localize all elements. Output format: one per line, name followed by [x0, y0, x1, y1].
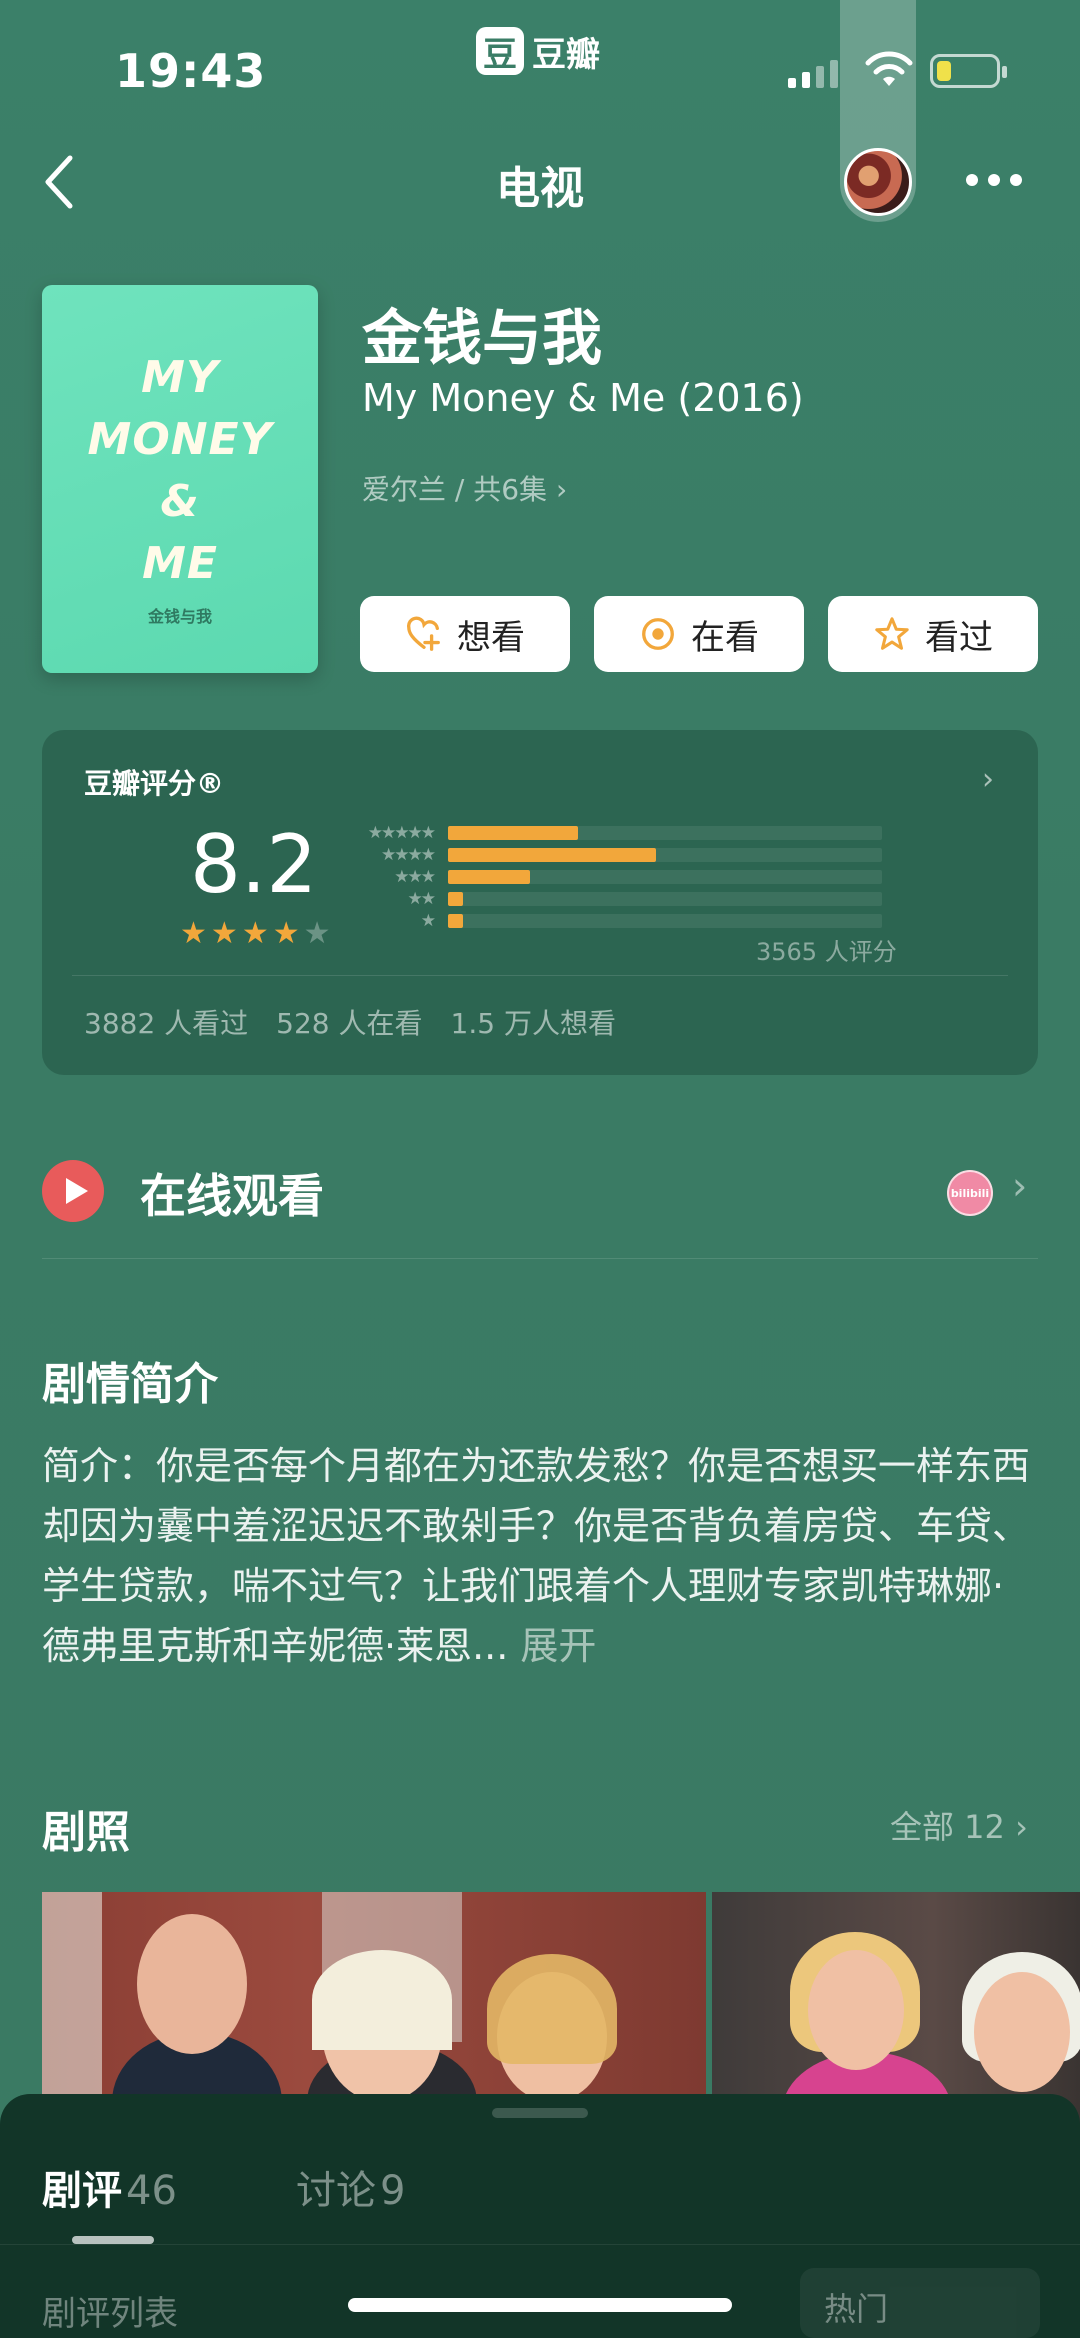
heart-plus-icon [407, 616, 440, 651]
show-poster[interactable]: MY MONEY & ME 金钱与我 [42, 285, 318, 673]
want-count: 1.5 万人想看 [450, 1007, 616, 1040]
target-icon [642, 618, 674, 650]
home-indicator[interactable] [348, 2298, 732, 2312]
want-to-watch-button[interactable]: 想看 [360, 596, 570, 672]
more-options-icon[interactable] [966, 174, 1022, 186]
divider [72, 975, 1008, 976]
chevron-right-icon: › [1012, 1164, 1028, 1208]
distribution-track [448, 870, 882, 884]
divider [42, 1258, 1038, 1259]
star-filled-icon: ★ [272, 916, 300, 951]
watched-button[interactable]: 看过 [828, 596, 1038, 672]
photos-title: 剧照 [42, 1807, 130, 1858]
watch-stats: 3882 人看过 528 人在看 1.5 万人想看 [84, 1002, 616, 1042]
watching-label: 在看 [691, 617, 759, 658]
rating-distribution-row: ★ [356, 910, 908, 932]
distribution-bar [448, 892, 464, 906]
page: 19:43 豆 豆瓣 电视 MY MONEY & ME 金钱与我 金钱与我 My… [0, 0, 1080, 2338]
distribution-stars: ★ [420, 911, 436, 931]
sheet-drag-handle[interactable] [492, 2108, 588, 2118]
chevron-right-icon[interactable]: › [982, 762, 994, 797]
sort-dropdown[interactable]: 热门 [800, 2268, 1040, 2338]
synopsis-text[interactable]: 简介：你是否每个月都在为还款发愁？你是否想买一样东西却因为囊中羞涩迟迟不敢剁手？… [42, 1436, 1042, 1676]
divider [0, 2244, 1080, 2245]
rating-distribution-row: ★★★ [356, 866, 908, 888]
douban-logo-icon: 豆 [476, 27, 524, 75]
star-filled-icon: ★ [180, 916, 207, 951]
show-meta-link[interactable]: 爱尔兰 / 共6集 › [362, 468, 567, 508]
distribution-stars: ★★★ [394, 867, 436, 887]
distribution-stars: ★★★★★ [367, 823, 436, 843]
active-tab-indicator [72, 2236, 154, 2244]
distribution-bar [448, 870, 531, 884]
app-badge-label: 豆瓣 [532, 34, 600, 75]
watching-button[interactable]: 在看 [594, 596, 804, 672]
watched-count: 3882 人看过 [84, 1007, 249, 1040]
photos-view-all-link[interactable]: 全部 12 › [890, 1802, 1028, 1848]
watch-online-row[interactable]: 在线观看 bilibili › [42, 1150, 1038, 1230]
distribution-bar [448, 848, 657, 862]
distribution-stars: ★★★★ [381, 845, 436, 865]
tab-count: 46 [126, 2168, 177, 2214]
show-title: 金钱与我 [362, 304, 602, 374]
rating-distribution-row: ★★ [356, 888, 908, 910]
distribution-track [448, 848, 882, 862]
rating-score: 8.2 [190, 818, 318, 911]
battery-icon [930, 54, 1007, 88]
expand-link[interactable]: 展开 [508, 1624, 596, 1668]
star-filled-icon: ★ [210, 916, 238, 951]
synopsis-title: 剧情简介 [42, 1359, 218, 1410]
distribution-track [448, 826, 882, 840]
status-time: 19:43 [115, 44, 267, 98]
tab-discussions[interactable]: 讨论 9 [296, 2158, 405, 2216]
want-to-watch-label: 想看 [457, 617, 525, 658]
star-filled-icon: ★ [241, 916, 269, 951]
play-icon [42, 1160, 104, 1222]
signal-icon [788, 56, 838, 88]
watch-online-label: 在线观看 [140, 1169, 324, 1223]
rating-distribution-row: ★★★★★ [356, 822, 908, 844]
distribution-bar [448, 914, 464, 928]
user-avatar[interactable] [844, 148, 912, 216]
star-outline-icon [875, 617, 909, 650]
distribution-track [448, 914, 882, 928]
rating-stars: ★ ★ ★ ★ ★ [180, 916, 331, 951]
rating-distribution-row: ★★★★ [356, 844, 908, 866]
star-empty-icon: ★ [303, 916, 331, 951]
distribution-track [448, 892, 882, 906]
app-badge: 豆 豆瓣 [476, 26, 600, 76]
bilibili-logo-icon: bilibili [947, 1170, 993, 1216]
tab-label: 讨论 [296, 2168, 376, 2214]
tab-label: 剧评 [42, 2168, 122, 2214]
show-original-title: My Money & Me (2016) [362, 376, 804, 420]
rating-label: 豆瓣评分® [84, 767, 225, 800]
poster-subtitle: 金钱与我 [147, 607, 212, 626]
nav-title: 电视 [496, 163, 584, 214]
watching-count: 528 人在看 [276, 1007, 423, 1040]
review-list-label: 剧评列表 [42, 2294, 178, 2334]
tab-count: 9 [380, 2168, 406, 2214]
tab-reviews[interactable]: 剧评 46 [42, 2158, 177, 2216]
poster-title: MY MONEY & ME [87, 352, 273, 589]
rating-count: 3565 人评分 [756, 938, 897, 966]
distribution-bar [448, 826, 579, 840]
distribution-stars: ★★ [407, 889, 436, 909]
watched-label: 看过 [925, 617, 993, 658]
